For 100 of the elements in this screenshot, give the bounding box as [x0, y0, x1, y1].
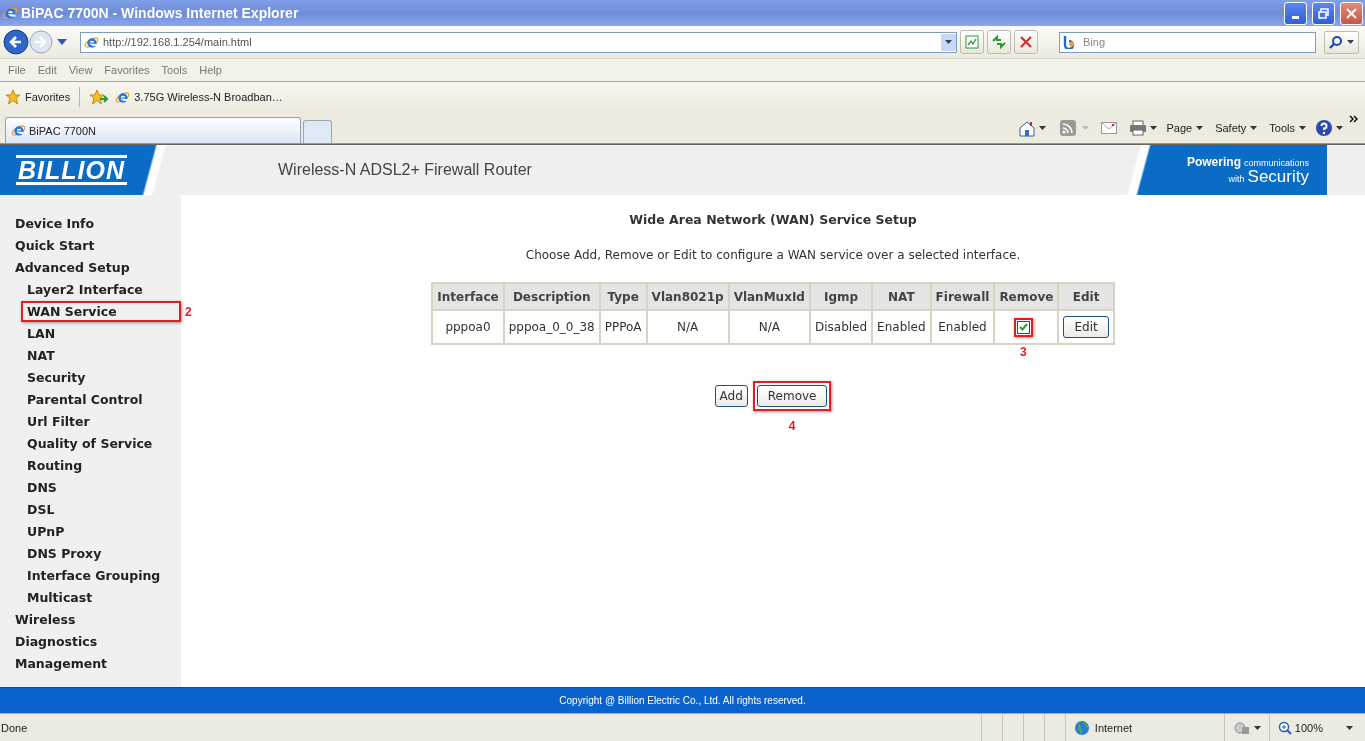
sidebar-item[interactable]: Security — [27, 369, 86, 385]
command-menu[interactable]: Page — [1163, 122, 1207, 134]
sidebar-item[interactable]: Quick Start — [15, 237, 95, 253]
chevron-icon[interactable] — [1349, 115, 1359, 123]
table-cell: N/A — [646, 310, 729, 344]
menu-item[interactable]: View — [62, 64, 99, 76]
zoom-button[interactable]: 100% — [1268, 714, 1361, 741]
home-button[interactable] — [1018, 119, 1047, 137]
column-header: Vlan8021p — [646, 283, 729, 310]
sidebar-item[interactable]: DNS Proxy — [27, 545, 102, 561]
search-button[interactable] — [1324, 30, 1359, 54]
table-cell: pppoa0 — [432, 310, 504, 344]
favorites-button[interactable]: Favorites — [5, 89, 71, 105]
brand-logo: BILLION — [16, 155, 127, 185]
copyright-text: Copyright @ Billion Electric Co., Ltd. All rights reserved. — [559, 695, 806, 706]
action-button[interactable]: Add — [714, 385, 748, 407]
column-header: VlanMuxId — [728, 283, 810, 310]
caret-icon — [1082, 126, 1090, 130]
sidebar-item[interactable]: Advanced Setup — [15, 259, 130, 275]
restore-icon — [1318, 7, 1329, 19]
sidebar-item[interactable]: LAN — [27, 325, 56, 341]
caret-icon — [1150, 126, 1158, 130]
zoom-icon — [1277, 720, 1292, 735]
sidebar-item[interactable]: Interface Grouping — [27, 567, 161, 583]
annotation-number: 3 — [1020, 344, 1027, 359]
sidebar-item[interactable]: Layer2 Interface — [27, 281, 143, 297]
menu-item[interactable]: Edit — [31, 64, 63, 76]
table-cell: Enabled — [872, 310, 931, 344]
caret-icon — [1250, 126, 1258, 130]
sidebar-item[interactable]: Wireless — [15, 611, 76, 627]
action-button[interactable]: Remove — [756, 385, 828, 407]
print-button[interactable] — [1129, 120, 1158, 136]
tagline-text: Security — [1247, 167, 1309, 185]
command-menu[interactable]: Tools — [1266, 122, 1309, 134]
caret-icon — [1336, 126, 1343, 130]
refresh-icon — [991, 35, 1007, 49]
search-field[interactable]: Bing — [1059, 31, 1316, 53]
caret-icon — [945, 40, 952, 44]
help-button[interactable] — [1315, 119, 1343, 137]
restore-button[interactable] — [1312, 1, 1335, 25]
table-cell: PPPoA — [599, 310, 647, 344]
sidebar-item[interactable]: DNS — [27, 479, 57, 495]
sidebar-item[interactable]: NAT — [27, 347, 55, 363]
address-field[interactable]: http://192.168.1.254/main.html — [80, 31, 957, 53]
sidebar-item[interactable]: WAN Service — [27, 303, 117, 319]
search-icon — [1329, 35, 1343, 49]
column-header: NAT — [872, 283, 931, 310]
mail-icon[interactable] — [1101, 122, 1118, 134]
column-header: Description — [503, 283, 600, 310]
table-cell: Enabled — [930, 310, 995, 344]
command-menu[interactable]: Safety — [1212, 122, 1261, 134]
status-text: Done — [1, 721, 29, 734]
history-dropdown-icon[interactable] — [57, 39, 67, 45]
sidebar-item[interactable]: Parental Control — [27, 391, 143, 407]
tagline-text: Powering — [1186, 155, 1241, 168]
sidebar-item[interactable]: Quality of Service — [27, 435, 153, 451]
instructions-text: Choose Add, Remove or Edit to configure a WAN service over a selected interface. — [525, 248, 1021, 262]
sidebar-item[interactable]: Multicast — [27, 589, 93, 605]
menu-item[interactable]: File — [2, 64, 32, 76]
sidebar-item[interactable]: Device Info — [15, 215, 95, 231]
sidebar-item[interactable]: Management — [15, 655, 107, 671]
annotation-number: 2 — [185, 304, 192, 319]
close-button[interactable] — [1340, 1, 1363, 25]
edit-button[interactable]: Edit — [1063, 316, 1109, 338]
sidebar-item[interactable]: Url Filter — [27, 413, 90, 429]
url-text: http://192.168.1.254/main.html — [103, 36, 253, 48]
refresh-button[interactable] — [987, 30, 1011, 54]
favorite-link[interactable]: 3.75G Wireless-N Broadban… — [115, 89, 283, 105]
sidebar-item[interactable]: Diagnostics — [15, 633, 98, 649]
page-icon — [115, 89, 131, 105]
table-cell: pppoa_0_0_38 — [503, 310, 600, 344]
caret-icon — [1346, 725, 1353, 730]
column-header: Igmp — [809, 283, 873, 310]
menu-item[interactable]: Tools — [155, 64, 194, 76]
minimize-button[interactable] — [1284, 1, 1307, 25]
annotation-number: 4 — [788, 419, 796, 433]
tagline-text: with — [1228, 174, 1245, 184]
back-button[interactable] — [3, 29, 29, 55]
feed-icon[interactable] — [1060, 120, 1077, 136]
page-icon — [84, 34, 99, 50]
sidebar-item[interactable]: DSL — [27, 501, 55, 517]
ie-logo-icon — [11, 123, 26, 138]
stop-button[interactable] — [1014, 30, 1038, 54]
column-header: Type — [599, 283, 647, 310]
dropdown-button[interactable] — [941, 33, 956, 51]
star-icon — [5, 89, 21, 105]
ie-logo-icon — [2, 5, 18, 21]
menu-item[interactable]: Help — [193, 64, 228, 76]
sidebar-item[interactable]: Routing — [27, 457, 83, 473]
caret-icon — [1196, 126, 1204, 130]
menu-item[interactable]: Favorites — [98, 64, 156, 76]
column-header: Edit — [1058, 283, 1114, 310]
table-cell: N/A — [728, 310, 810, 344]
add-favorite-icon[interactable] — [89, 89, 110, 105]
browser-tab[interactable]: BiPAC 7700N — [5, 117, 301, 143]
caret-icon — [1253, 725, 1261, 730]
printer-icon — [1129, 120, 1148, 136]
caret-icon — [1299, 126, 1306, 130]
table-cell: Disabled — [809, 310, 873, 344]
sidebar-item[interactable]: UPnP — [27, 523, 65, 539]
